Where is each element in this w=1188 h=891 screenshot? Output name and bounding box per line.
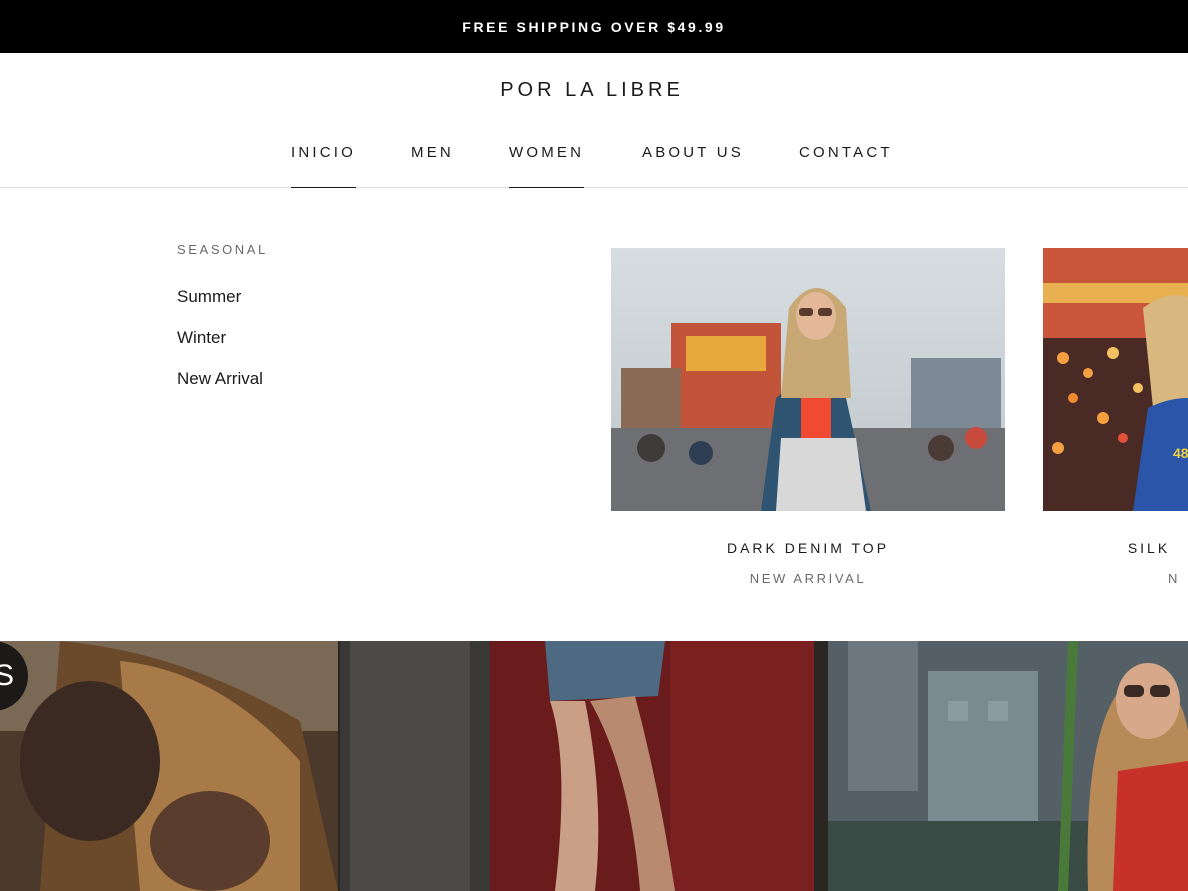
nav-item-inicio[interactable]: INICIO xyxy=(291,142,357,189)
image-gallery: S xyxy=(0,641,1188,891)
promo-subtitle-silk: N xyxy=(1168,571,1180,586)
link-winter[interactable]: Winter xyxy=(177,328,226,347)
column-title-seasonal: SEASONAL xyxy=(177,242,268,257)
promo-card-silk[interactable]: 48 SILK N xyxy=(1043,248,1188,586)
link-summer[interactable]: Summer xyxy=(177,287,241,306)
promo-image-silk[interactable]: 48 xyxy=(1043,248,1188,511)
link-new-arrival[interactable]: New Arrival xyxy=(177,369,263,388)
gallery-image-2[interactable] xyxy=(340,641,814,891)
promo-card-dark-denim[interactable]: DARK DENIM TOP NEW ARRIVAL xyxy=(611,248,1005,586)
announcement-text: FREE SHIPPING OVER $49.99 xyxy=(462,18,726,35)
mega-menu: SEASONAL Summer Winter New Arrival DARK … xyxy=(0,188,1188,641)
announcement-bar: FREE SHIPPING OVER $49.99 xyxy=(0,0,1188,53)
seasonal-links: Summer Winter New Arrival xyxy=(177,287,263,410)
nav-item-contact[interactable]: CONTACT xyxy=(799,142,893,188)
svg-text:48: 48 xyxy=(1173,445,1188,461)
site-header: POR LA LIBRE INICIO MEN WOMEN ABOUT US C… xyxy=(0,53,1188,189)
promo-subtitle-dark-denim: NEW ARRIVAL xyxy=(749,571,867,586)
nav-item-men[interactable]: MEN xyxy=(411,142,454,188)
main-nav: INICIO MEN WOMEN ABOUT US CONTACT xyxy=(0,142,1188,189)
nav-item-about-us[interactable]: ABOUT US xyxy=(642,142,744,188)
gallery-image-3[interactable] xyxy=(828,641,1188,891)
promo-title-silk[interactable]: SILK xyxy=(952,540,1188,556)
promo-image-dark-denim[interactable] xyxy=(611,248,1005,511)
store-logo[interactable]: POR LA LIBRE xyxy=(0,79,1184,102)
promo-title-dark-denim[interactable]: DARK DENIM TOP xyxy=(611,540,1005,556)
nav-item-women[interactable]: WOMEN xyxy=(509,142,585,189)
gallery-image-1[interactable]: S xyxy=(0,641,338,891)
